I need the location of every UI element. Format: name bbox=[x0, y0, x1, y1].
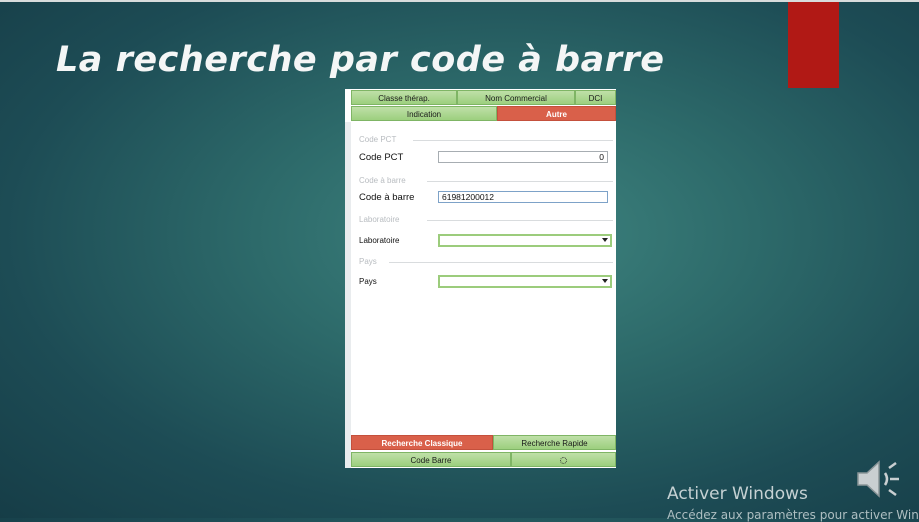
tab-classe-therap[interactable]: Classe thérap. bbox=[351, 90, 457, 105]
laboratoire-label: Laboratoire bbox=[359, 236, 400, 245]
top-border bbox=[0, 0, 919, 2]
group-divider bbox=[427, 220, 613, 221]
tab-indication[interactable]: Indication bbox=[351, 106, 497, 121]
group-divider bbox=[389, 262, 613, 263]
pays-label: Pays bbox=[359, 277, 377, 286]
chevron-down-icon bbox=[602, 279, 608, 283]
tab-nom-commercial[interactable]: Nom Commercial bbox=[457, 90, 575, 105]
settings-button[interactable] bbox=[511, 452, 616, 467]
chevron-down-icon bbox=[602, 238, 608, 242]
gear-icon bbox=[560, 457, 567, 465]
tab-autre[interactable]: Autre bbox=[497, 106, 616, 121]
group-label-code-pct: Code PCT bbox=[359, 135, 397, 144]
laboratoire-select[interactable] bbox=[438, 234, 612, 247]
left-rail bbox=[345, 122, 351, 468]
activation-watermark-subtitle: Accédez aux paramètres pour activer Wind… bbox=[667, 508, 919, 522]
accent-bar bbox=[788, 2, 839, 88]
tab-dci[interactable]: DCI bbox=[575, 90, 616, 105]
search-panel: Classe thérap. Nom Commercial DCI Indica… bbox=[345, 89, 616, 468]
code-barre-label: Code à barre bbox=[359, 192, 415, 203]
group-label-code-barre: Code à barre bbox=[359, 176, 406, 185]
slide-title: La recherche par code à barre bbox=[56, 40, 665, 80]
group-divider bbox=[427, 181, 613, 182]
code-pct-input[interactable]: 0 bbox=[438, 151, 608, 163]
tab-code-barre[interactable]: Code Barre bbox=[351, 452, 511, 467]
group-divider bbox=[413, 140, 613, 141]
group-label-pays: Pays bbox=[359, 257, 377, 266]
code-pct-label: Code PCT bbox=[359, 152, 404, 163]
speaker-icon[interactable] bbox=[855, 458, 901, 500]
pays-select[interactable] bbox=[438, 275, 612, 288]
code-barre-input[interactable]: 61981200012 bbox=[438, 191, 608, 203]
tab-recherche-rapide[interactable]: Recherche Rapide bbox=[493, 435, 616, 450]
group-label-laboratoire: Laboratoire bbox=[359, 215, 400, 224]
tab-recherche-classique[interactable]: Recherche Classique bbox=[351, 435, 493, 450]
activation-watermark-title: Activer Windows bbox=[667, 484, 808, 504]
